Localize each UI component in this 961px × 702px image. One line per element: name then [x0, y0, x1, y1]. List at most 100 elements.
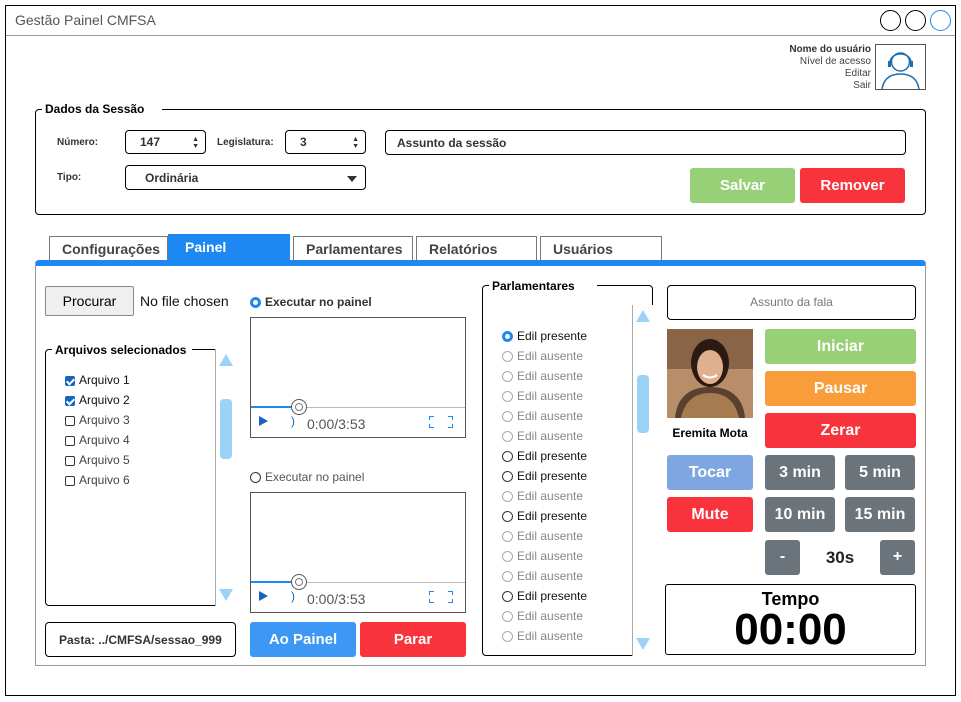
- stepper-arrows-icon[interactable]: ▲ ▼: [192, 136, 199, 150]
- volume-icon[interactable]: ): [291, 414, 295, 428]
- time-3min-button[interactable]: 3 min: [765, 455, 835, 490]
- play-icon[interactable]: [259, 416, 268, 426]
- pause-button[interactable]: Pausar: [765, 371, 916, 406]
- radio-icon[interactable]: [502, 611, 513, 623]
- scroll-up-icon[interactable]: [219, 354, 233, 366]
- parlamentar-item[interactable]: Edil ausente: [502, 349, 583, 363]
- tab-painel[interactable]: Painel: [168, 234, 290, 260]
- radio-icon[interactable]: [502, 551, 513, 563]
- reset-button[interactable]: Zerar: [765, 413, 916, 448]
- parlamentar-item[interactable]: Edil ausente: [502, 549, 583, 563]
- edit-link[interactable]: Editar: [845, 68, 871, 80]
- parlamentar-item[interactable]: Edil presente: [502, 449, 587, 463]
- radio-icon[interactable]: [502, 571, 513, 583]
- avatar[interactable]: [875, 44, 926, 90]
- file-item[interactable]: Arquivo 2: [65, 393, 130, 407]
- tipo-select[interactable]: Ordinária: [125, 165, 366, 190]
- parlamentar-item[interactable]: Edil presente: [502, 509, 587, 523]
- numero-stepper[interactable]: 147 ▲ ▼: [125, 130, 206, 154]
- assunto-fala-input[interactable]: Assunto da fala: [667, 285, 916, 320]
- logout-link[interactable]: Sair: [853, 80, 871, 92]
- radio-icon[interactable]: [502, 531, 513, 543]
- radio-icon[interactable]: [502, 331, 513, 343]
- parlamentar-item[interactable]: Edil presente: [502, 469, 587, 483]
- parlamentar-item[interactable]: Edil ausente: [502, 369, 583, 383]
- play-button[interactable]: Tocar: [667, 455, 753, 490]
- time-5min-button[interactable]: 5 min: [845, 455, 915, 490]
- close-button[interactable]: [930, 10, 951, 31]
- radio-icon[interactable]: [502, 511, 513, 523]
- radio-icon[interactable]: [502, 471, 513, 483]
- checkbox-icon[interactable]: [65, 455, 75, 466]
- time-10min-button[interactable]: 10 min: [765, 497, 835, 532]
- tab-parlamentares[interactable]: Parlamentares: [293, 236, 413, 260]
- checkbox-checked-icon[interactable]: [65, 395, 75, 406]
- volume-icon[interactable]: ): [291, 589, 295, 603]
- radio-icon[interactable]: [502, 391, 513, 403]
- checkbox-checked-icon[interactable]: [65, 375, 75, 386]
- radio-icon[interactable]: [502, 371, 513, 383]
- parlamentares-scrollbar[interactable]: [632, 305, 653, 656]
- parlamentar-item[interactable]: Edil ausente: [502, 569, 583, 583]
- minimize-button[interactable]: [880, 10, 901, 31]
- file-item[interactable]: Arquivo 1: [65, 373, 130, 387]
- video-player[interactable]: ) 0:00/3:53: [250, 492, 466, 613]
- parlamentar-item[interactable]: Edil presente: [502, 329, 587, 343]
- fullscreen-icon[interactable]: [429, 416, 453, 428]
- file-item[interactable]: Arquivo 5: [65, 453, 130, 467]
- increment-button[interactable]: +: [880, 540, 915, 575]
- assunto-sessao-input[interactable]: Assunto da sessão: [385, 130, 906, 155]
- maximize-button[interactable]: [905, 10, 926, 31]
- scroll-up-icon[interactable]: [636, 310, 650, 322]
- radio-icon[interactable]: [502, 431, 513, 443]
- parlamentar-item[interactable]: Edil ausente: [502, 629, 583, 643]
- checkbox-icon[interactable]: [65, 475, 75, 486]
- radio-icon[interactable]: [502, 451, 513, 463]
- file-item[interactable]: Arquivo 3: [65, 413, 130, 427]
- radio-icon[interactable]: [502, 491, 513, 503]
- time-15min-button[interactable]: 15 min: [845, 497, 915, 532]
- parlamentar-item[interactable]: Edil ausente: [502, 409, 583, 423]
- checkbox-icon[interactable]: [65, 435, 75, 446]
- tab-usuarios[interactable]: Usuários: [540, 236, 662, 260]
- player-radio[interactable]: Executar no painel: [250, 295, 372, 309]
- progress-handle[interactable]: [291, 399, 307, 415]
- parlamentar-item[interactable]: Edil ausente: [502, 429, 583, 443]
- radio-icon[interactable]: [502, 351, 513, 363]
- save-button[interactable]: Salvar: [690, 168, 795, 203]
- parlamentar-item[interactable]: Edil ausente: [502, 609, 583, 623]
- scroll-thumb[interactable]: [637, 375, 649, 433]
- parlamentar-item[interactable]: Edil ausente: [502, 529, 583, 543]
- decrement-button[interactable]: -: [765, 540, 800, 575]
- radio-icon[interactable]: [250, 472, 261, 484]
- tab-relatorios[interactable]: Relatórios: [416, 236, 537, 260]
- to-panel-button[interactable]: Ao Painel: [250, 622, 356, 657]
- checkbox-icon[interactable]: [65, 415, 75, 426]
- radio-icon[interactable]: [502, 591, 513, 603]
- parlamentar-item[interactable]: Edil ausente: [502, 389, 583, 403]
- scroll-thumb[interactable]: [220, 399, 232, 459]
- parlamentar-item[interactable]: Edil presente: [502, 589, 587, 603]
- browse-button[interactable]: Procurar: [45, 286, 134, 316]
- scroll-down-icon[interactable]: [219, 589, 233, 601]
- file-item[interactable]: Arquivo 4: [65, 433, 130, 447]
- fullscreen-icon[interactable]: [429, 591, 453, 603]
- radio-icon[interactable]: [502, 631, 513, 643]
- player-radio[interactable]: Executar no painel: [250, 470, 364, 484]
- legislatura-stepper[interactable]: 3 ▲ ▼: [285, 130, 366, 154]
- file-item[interactable]: Arquivo 6: [65, 473, 130, 487]
- video-player[interactable]: ) 0:00/3:53: [250, 317, 466, 438]
- scroll-down-icon[interactable]: [636, 638, 650, 650]
- files-scrollbar[interactable]: [215, 349, 236, 606]
- play-icon[interactable]: [259, 591, 268, 601]
- tab-configuracoes[interactable]: Configurações: [49, 236, 168, 260]
- radio-icon[interactable]: [250, 297, 261, 309]
- parlamentar-item[interactable]: Edil ausente: [502, 489, 583, 503]
- progress-handle[interactable]: [291, 574, 307, 590]
- stop-button[interactable]: Parar: [360, 622, 466, 657]
- start-button[interactable]: Iniciar: [765, 329, 916, 364]
- remove-button[interactable]: Remover: [800, 168, 905, 203]
- mute-button[interactable]: Mute: [667, 497, 753, 532]
- radio-icon[interactable]: [502, 411, 513, 423]
- stepper-arrows-icon[interactable]: ▲ ▼: [352, 136, 359, 150]
